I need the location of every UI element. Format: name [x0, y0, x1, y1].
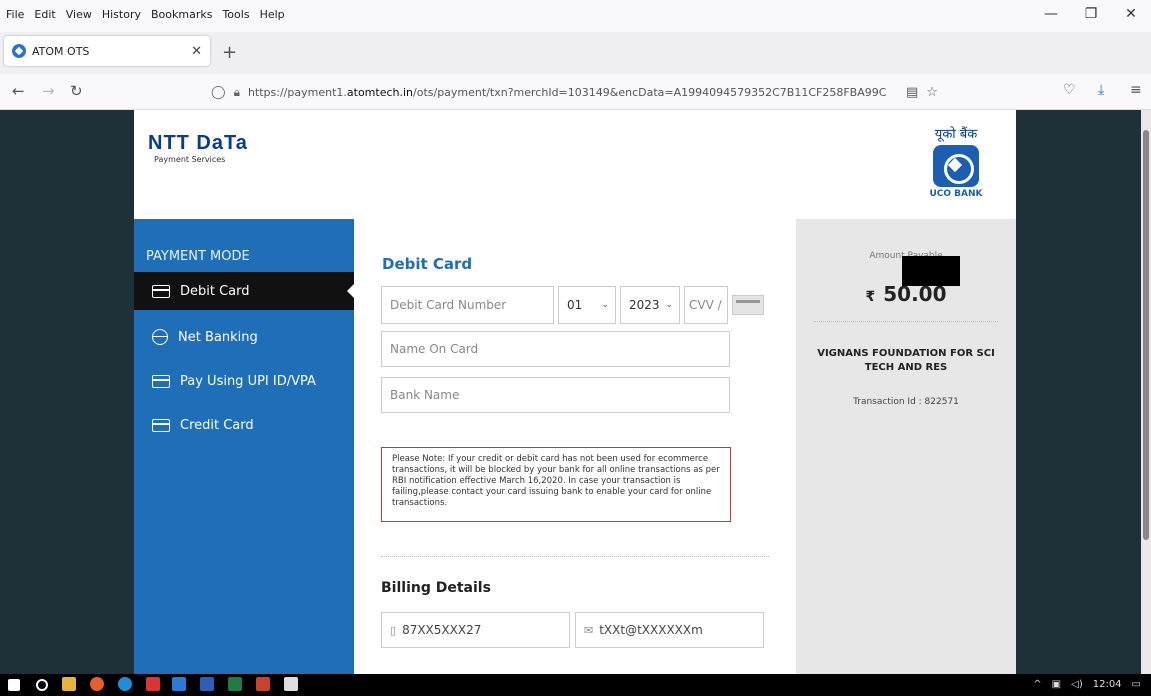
restore-icon[interactable]: ❐ [1071, 6, 1111, 22]
menu-bookmarks[interactable]: Bookmarks [151, 8, 212, 21]
volume-icon[interactable]: ◁) [1071, 679, 1083, 690]
system-tray: ^ ▣ ◁) 12:04 ▭ [1033, 679, 1141, 690]
hamburger-menu-icon[interactable]: ≡ [1130, 82, 1142, 98]
menu-list: File Edit View History Bookmarks Tools H… [6, 8, 285, 21]
menu-help[interactable]: Help [260, 8, 285, 21]
tab-atom-ots[interactable]: ATOM OTS ✕ [4, 36, 210, 66]
amount-value: ₹50.00 [865, 282, 947, 306]
divider [381, 556, 769, 557]
forward-icon[interactable]: → [42, 82, 55, 100]
tab-bar: ATOM OTS ✕ + [0, 32, 1151, 74]
menu-view[interactable]: View [66, 8, 92, 21]
network-icon[interactable]: ▣ [1052, 679, 1061, 690]
window-controls: — ❐ ✕ [1031, 6, 1151, 22]
tab-title: ATOM OTS [32, 44, 90, 58]
rbi-note: Please Note: If your credit or debit car… [381, 447, 731, 522]
email-field[interactable]: ✉ tXXt@tXXXXXXm [575, 612, 764, 648]
bank-name-input[interactable]: Bank Name [381, 377, 730, 413]
menu-file[interactable]: File [6, 8, 24, 21]
card-icon [152, 284, 170, 298]
clock[interactable]: 12:04 [1093, 679, 1122, 690]
card-back-icon [732, 295, 764, 315]
scrollbar-thumb[interactable] [1143, 130, 1149, 540]
bookmark-star-icon[interactable]: ☆ [926, 85, 938, 100]
phone-field[interactable]: ▯ 87XX5XXX27 [381, 612, 570, 648]
globe-icon [152, 329, 168, 345]
windows-taskbar: ^ ▣ ◁) 12:04 ▭ [0, 674, 1151, 696]
notification-icon[interactable]: ▭ [1132, 679, 1141, 690]
debit-card-form: Debit Card Debit Card Number 01 ⌄ 2023 ⌄… [354, 219, 796, 674]
url-bar[interactable]: ◯ 🔒︎ https://payment1.atomtech.in/ots/pa… [205, 78, 961, 106]
sidebar-item-debit-card[interactable]: Debit Card [134, 272, 354, 310]
summary-divider [814, 321, 998, 322]
nav-bar: ← → ↻ ◯ 🔒︎ https://payment1.atomtech.in/… [0, 74, 1151, 110]
card-number-input[interactable]: Debit Card Number [381, 286, 554, 324]
favicon-icon [12, 44, 26, 58]
tray-chevron-icon[interactable]: ^ [1033, 679, 1041, 690]
powerpoint-icon[interactable] [256, 677, 270, 691]
payment-mode-sidebar: PAYMENT MODE Debit Card Net Banking Pay … [134, 219, 354, 674]
envelope-icon: ✉ [584, 623, 594, 637]
menu-history[interactable]: History [102, 8, 141, 21]
name-on-card-input[interactable]: Name On Card [381, 331, 730, 367]
uco-bank-logo: यूको बैंक UCO BANK [929, 127, 983, 199]
form-heading: Debit Card [382, 255, 473, 273]
rupee-icon: ₹ [865, 289, 876, 305]
reader-view-icon[interactable]: ▤ [906, 85, 918, 100]
minimize-icon[interactable]: — [1031, 6, 1071, 22]
payment-mode-title: PAYMENT MODE [146, 249, 250, 264]
ntt-data-logo: NTT DaTa Payment Services [148, 132, 248, 164]
app-icon[interactable] [172, 677, 186, 691]
back-icon[interactable]: ← [12, 82, 25, 100]
expiry-month-select[interactable]: 01 ⌄ [558, 286, 616, 324]
new-tab-icon[interactable]: + [222, 42, 237, 63]
firefox-icon[interactable] [90, 677, 104, 691]
chevron-down-icon: ⌄ [665, 300, 673, 310]
menu-bar: File Edit View History Bookmarks Tools H… [0, 0, 1151, 32]
shield-icon[interactable]: ◯ [211, 85, 226, 100]
expiry-year-select[interactable]: 2023 ⌄ [620, 286, 680, 324]
windows-start-icon[interactable] [8, 679, 20, 691]
page-scrollbar[interactable] [1141, 110, 1151, 674]
word-icon[interactable] [200, 677, 214, 691]
sidebar-item-net-banking[interactable]: Net Banking [134, 318, 354, 356]
sidebar-item-upi[interactable]: Pay Using UPI ID/VPA [134, 362, 354, 400]
payment-summary: Amount Payable ₹50.00 VIGNANS FOUNDATION… [796, 219, 1016, 674]
menu-edit[interactable]: Edit [34, 8, 55, 21]
cvv-input[interactable]: CVV / [684, 286, 728, 324]
merchant-name: VIGNANS FOUNDATION FOR SCI TECH AND RES [817, 348, 995, 373]
chevron-down-icon: ⌄ [601, 300, 609, 310]
calculator-icon[interactable] [284, 677, 298, 691]
close-window-icon[interactable]: ✕ [1111, 6, 1151, 22]
file-explorer-icon[interactable] [62, 677, 76, 691]
transaction-id: Transaction Id : 822571 [853, 397, 959, 407]
menu-tools[interactable]: Tools [222, 8, 249, 21]
page-header: NTT DaTa Payment Services यूको बैंक UCO … [134, 110, 1016, 219]
url-text[interactable]: https://payment1.atomtech.in/ots/payment… [248, 86, 898, 99]
card-icon [152, 418, 170, 432]
uco-logo-icon [933, 145, 979, 187]
lock-icon[interactable]: 🔒︎ [234, 85, 240, 100]
page-content: NTT DaTa Payment Services यूको बैंक UCO … [0, 110, 1141, 674]
mobile-icon: ▯ [390, 623, 397, 637]
reload-icon[interactable]: ↻ [70, 82, 83, 100]
edge-icon[interactable] [118, 677, 132, 691]
download-icon[interactable]: ⤓ [1098, 82, 1104, 98]
pocket-icon[interactable]: ♡ [1063, 82, 1076, 98]
tab-close-icon[interactable]: ✕ [191, 44, 202, 59]
excel-icon[interactable] [228, 677, 242, 691]
sidebar-item-credit-card[interactable]: Credit Card [134, 406, 354, 444]
billing-heading: Billing Details [381, 580, 491, 596]
search-icon[interactable] [36, 679, 48, 691]
card-icon [152, 374, 170, 388]
pdf-app-icon[interactable] [146, 677, 160, 691]
